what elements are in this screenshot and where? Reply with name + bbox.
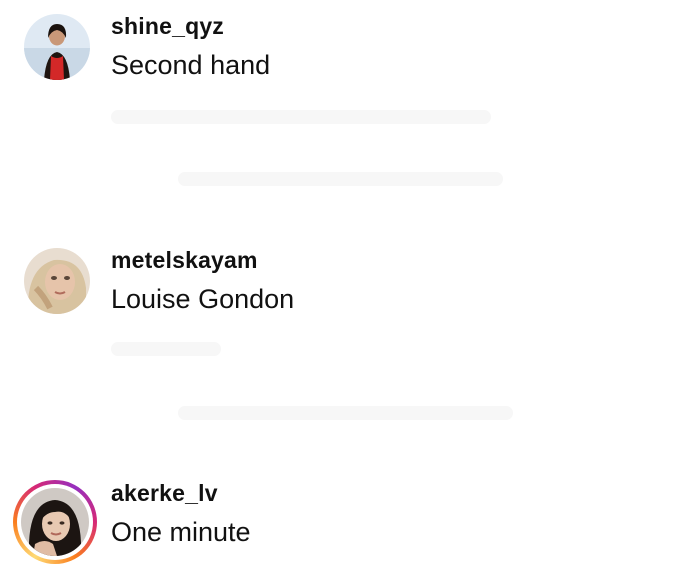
comment-text: Second hand [111,50,271,80]
avatar[interactable] [21,488,89,556]
comment-text: Louise Gondon [111,284,295,314]
username[interactable]: akerke_lv [111,480,218,507]
username[interactable]: shine_qyz [111,13,224,40]
avatar[interactable] [24,248,90,314]
comment-meta-row [111,110,491,124]
story-ring[interactable] [13,480,97,564]
comment-meta-row [111,342,221,356]
user-avatar-photo [24,248,90,314]
user-avatar-photo [24,14,90,80]
username[interactable]: metelskayam [111,247,258,274]
user-avatar-photo [21,488,89,556]
view-replies-row [178,406,513,420]
view-replies-row [178,172,503,186]
comment-text: One minute [111,517,251,547]
avatar[interactable] [24,14,90,80]
